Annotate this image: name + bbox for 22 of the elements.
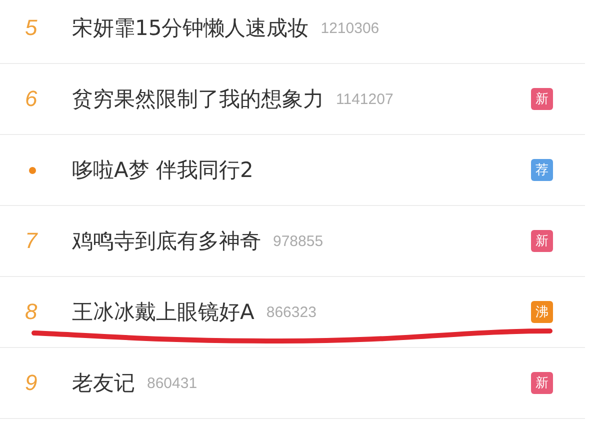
promoted-dot-icon <box>29 166 36 174</box>
topic-badge: 新 <box>531 230 553 252</box>
rank-number: 7 <box>24 228 39 254</box>
topic-title[interactable]: 贫穷果然限制了我的想象力 <box>72 85 324 113</box>
topic-title[interactable]: 王冰冰戴上眼镜好A <box>72 298 254 326</box>
topic-badge: 新 <box>531 88 553 110</box>
heat-count: 1210306 <box>320 20 380 36</box>
topic-badge: 荐 <box>531 159 553 181</box>
topic-title[interactable]: 老友记 <box>72 369 135 397</box>
topic-badge: 新 <box>531 372 553 394</box>
heat-count: 978855 <box>273 232 324 250</box>
rank-number: 9 <box>24 370 38 396</box>
heat-count: 860431 <box>147 374 198 392</box>
topic-badge: 沸 <box>531 301 553 323</box>
topic-title[interactable]: 鸡鸣寺到底有多神奇 <box>72 227 261 255</box>
heat-count: 866323 <box>266 304 316 320</box>
topic-title[interactable]: 哆啦A梦 伴我同行2 <box>72 156 254 184</box>
heat-count: 1141207 <box>336 90 394 108</box>
rank-number: 8 <box>24 299 38 325</box>
rank-number: 5 <box>24 15 38 41</box>
rank-number: 6 <box>24 86 38 112</box>
topic-title[interactable]: 宋妍霏15分钟懒人速成妆 <box>72 14 309 42</box>
